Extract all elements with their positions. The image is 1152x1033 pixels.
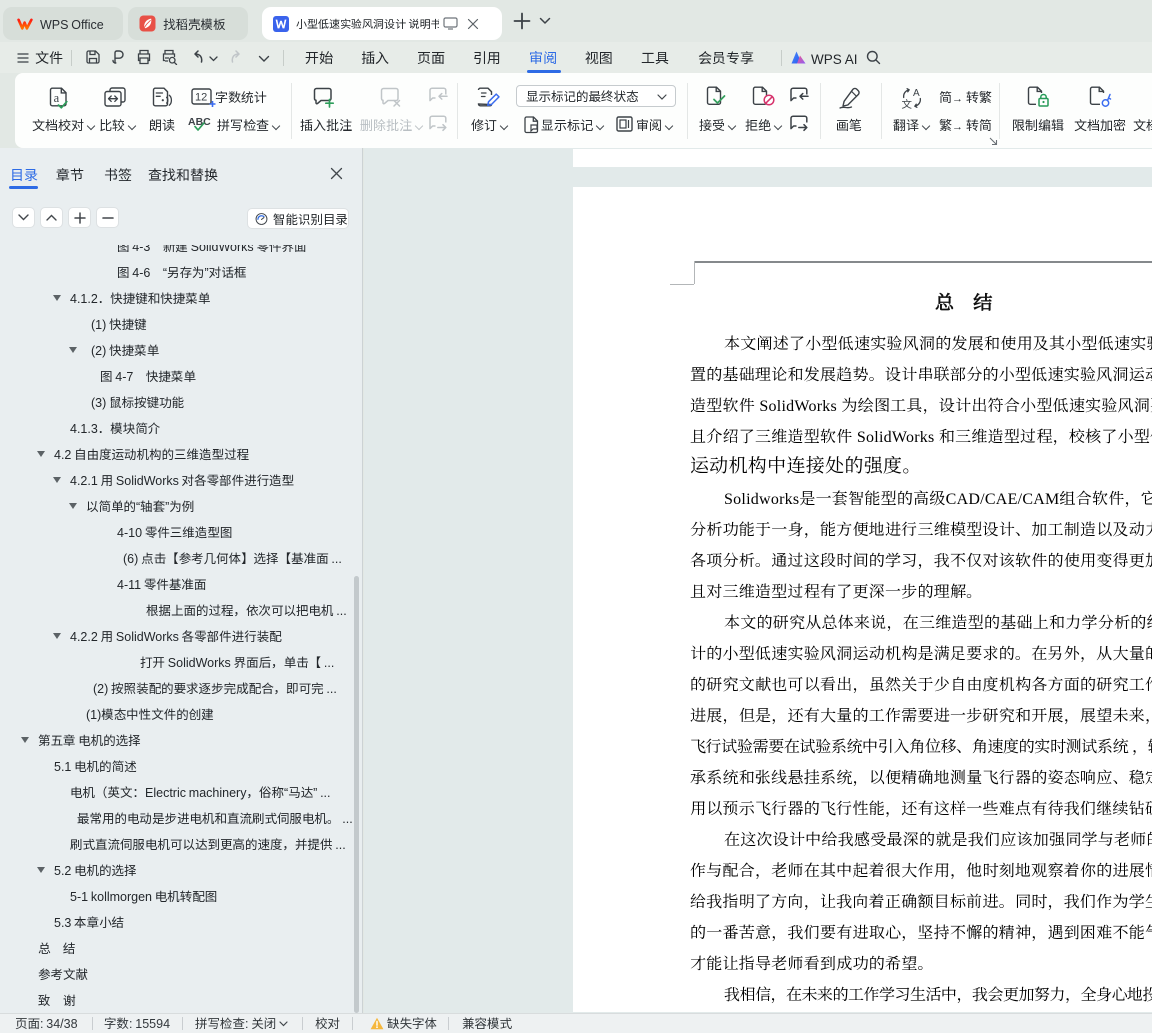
svg-text:A: A bbox=[913, 87, 920, 99]
svg-text:ABC: ABC bbox=[188, 116, 211, 128]
svg-text:文: 文 bbox=[902, 97, 913, 109]
svg-text:a: a bbox=[54, 91, 60, 105]
svg-text:12: 12 bbox=[195, 92, 207, 104]
